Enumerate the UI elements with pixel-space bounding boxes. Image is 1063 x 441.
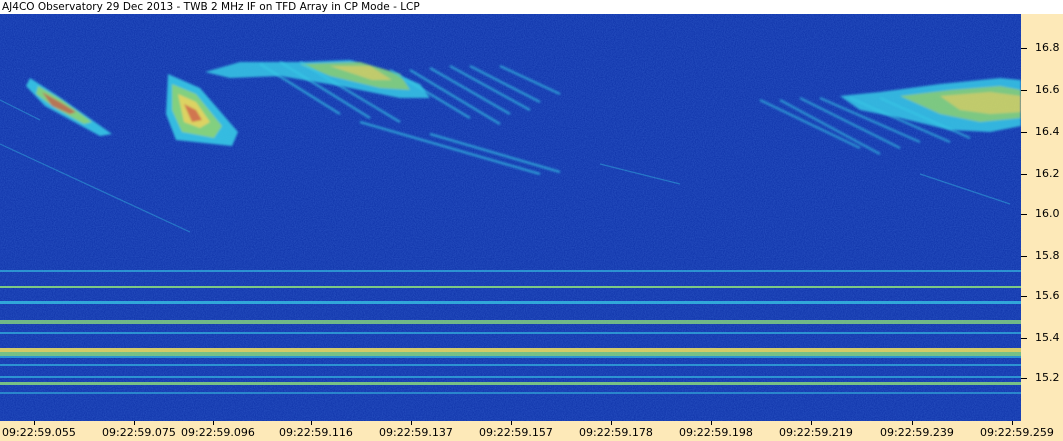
- x-tick-label: 09:22:59.219: [779, 426, 853, 439]
- y-tick: [1021, 48, 1027, 49]
- x-tick-label: 09:22:59.137: [379, 426, 453, 439]
- x-tick-label: 09:22:59.075: [102, 426, 176, 439]
- frequency-axis: 16.8 16.6 16.4 16.2 16.0 15.8 15.6 15.4 …: [1021, 14, 1063, 421]
- spectrogram-plot[interactable]: [0, 14, 1021, 421]
- y-tick: [1021, 90, 1027, 91]
- x-tick-label: 09:22:59.239: [880, 426, 954, 439]
- y-tick: [1021, 296, 1027, 297]
- spectrogram-window: AJ4CO Observatory 29 Dec 2013 - TWB 2 MH…: [0, 0, 1063, 441]
- window-title: AJ4CO Observatory 29 Dec 2013 - TWB 2 MH…: [0, 0, 1063, 14]
- y-tick: [1021, 378, 1027, 379]
- x-tick-label: 09:22:59.198: [679, 426, 753, 439]
- x-tick: [511, 421, 512, 425]
- x-tick: [811, 421, 812, 425]
- spectrogram-canvas: [0, 14, 1021, 421]
- y-tick: [1021, 132, 1027, 133]
- x-tick-label: 09:22:59.178: [579, 426, 653, 439]
- y-tick-label: 15.4: [1035, 331, 1060, 344]
- x-tick: [1012, 421, 1013, 425]
- y-tick-label: 16.4: [1035, 125, 1060, 138]
- y-tick-label: 16.8: [1035, 41, 1060, 54]
- x-tick-label: 09:22:59.116: [279, 426, 353, 439]
- y-tick: [1021, 256, 1027, 257]
- time-axis: 09:22:59.055 09:22:59.075 09:22:59.096 0…: [0, 421, 1063, 441]
- y-tick-label: 16.0: [1035, 207, 1060, 220]
- x-tick: [34, 421, 35, 425]
- y-tick-label: 15.2: [1035, 371, 1060, 384]
- y-tick: [1021, 174, 1027, 175]
- y-tick-label: 16.2: [1035, 167, 1060, 180]
- y-tick: [1021, 214, 1027, 215]
- x-tick: [311, 421, 312, 425]
- x-tick: [213, 421, 214, 425]
- x-tick-label: 09:22:59.157: [479, 426, 553, 439]
- y-tick-label: 16.6: [1035, 83, 1060, 96]
- x-tick: [134, 421, 135, 425]
- x-tick: [411, 421, 412, 425]
- x-tick-label: 09:22:59.096: [181, 426, 255, 439]
- x-tick-label: 09:22:59.259: [980, 426, 1054, 439]
- y-tick-label: 15.8: [1035, 249, 1060, 262]
- y-tick-label: 15.6: [1035, 289, 1060, 302]
- x-tick: [912, 421, 913, 425]
- x-tick-label: 09:22:59.055: [2, 426, 76, 439]
- x-tick: [711, 421, 712, 425]
- y-tick: [1021, 338, 1027, 339]
- x-tick: [611, 421, 612, 425]
